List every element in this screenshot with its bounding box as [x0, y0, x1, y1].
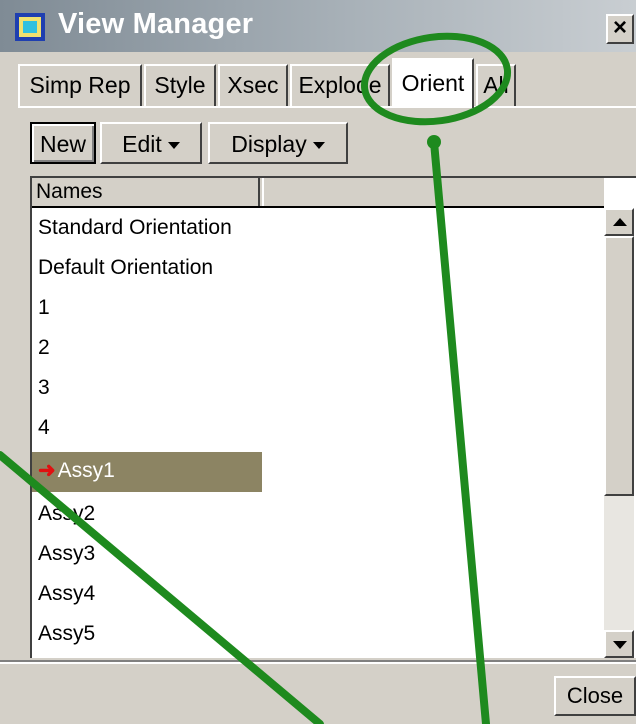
- column-header-names[interactable]: Names: [32, 178, 260, 206]
- list-item[interactable]: Standard Orientation: [32, 210, 262, 246]
- scroll-up-button[interactable]: [604, 208, 634, 236]
- view-manager-app-icon: [15, 13, 45, 41]
- column-header-empty[interactable]: [262, 178, 602, 206]
- tab-simp-rep[interactable]: Simp Rep: [18, 64, 142, 106]
- window-title: View Manager: [58, 8, 254, 40]
- tab-orient[interactable]: Orient: [392, 58, 474, 108]
- list-item[interactable]: Default Orientation: [32, 250, 262, 286]
- list-item[interactable]: 3: [32, 370, 262, 406]
- chevron-down-icon: [312, 142, 325, 150]
- tab-strip-border: [18, 106, 636, 108]
- footer-separator: [0, 660, 636, 664]
- list-item-label: Assy1: [57, 459, 115, 482]
- scroll-thumb[interactable]: [604, 236, 634, 496]
- close-button[interactable]: Close: [554, 676, 636, 716]
- vertical-scrollbar[interactable]: [604, 208, 634, 658]
- tab-style[interactable]: Style: [144, 64, 216, 106]
- tab-xsec[interactable]: Xsec: [218, 64, 288, 106]
- arrow-up-icon: [613, 218, 627, 226]
- edit-menu-button[interactable]: Edit: [100, 122, 202, 164]
- annotation-pointer-dot: [427, 135, 441, 149]
- list-item[interactable]: Assy2: [32, 496, 262, 532]
- new-button[interactable]: New: [30, 122, 96, 164]
- display-label: Display: [231, 131, 307, 157]
- scroll-down-button[interactable]: [604, 630, 634, 658]
- red-arrow-icon: ➜: [38, 459, 56, 482]
- arrow-down-icon: [613, 641, 627, 649]
- list-item[interactable]: Assy3: [32, 536, 262, 572]
- list-item[interactable]: Assy5: [32, 616, 262, 652]
- close-icon[interactable]: ×: [606, 14, 634, 44]
- list-item[interactable]: 4: [32, 410, 262, 446]
- tab-all[interactable]: All: [476, 64, 516, 106]
- list-item[interactable]: Assy4: [32, 576, 262, 612]
- list-item-selected[interactable]: ➜Assy1: [32, 452, 262, 492]
- display-menu-button[interactable]: Display: [208, 122, 348, 164]
- list-item[interactable]: 2: [32, 330, 262, 366]
- chevron-down-icon: [167, 142, 180, 150]
- edit-label: Edit: [122, 131, 162, 157]
- tab-explode[interactable]: Explode: [290, 64, 390, 106]
- list-header: Names: [32, 178, 604, 208]
- list-item[interactable]: 1: [32, 290, 262, 326]
